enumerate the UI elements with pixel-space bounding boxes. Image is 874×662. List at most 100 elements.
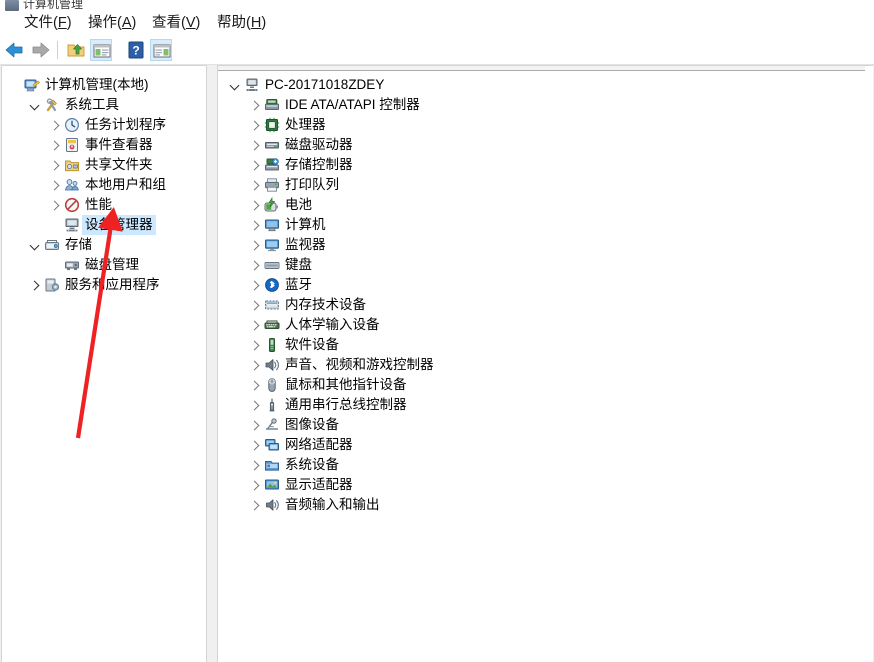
- expander-toggle[interactable]: [246, 335, 262, 355]
- sidebar-item-label: 设备管理器: [82, 215, 156, 235]
- chevron-right-icon[interactable]: [249, 361, 259, 371]
- chevron-right-icon[interactable]: [249, 241, 259, 251]
- chevron-down-icon[interactable]: [29, 241, 39, 251]
- expander-toggle[interactable]: [246, 255, 262, 275]
- expander-toggle[interactable]: [246, 415, 262, 435]
- expander-toggle[interactable]: [246, 235, 262, 255]
- services-apps-icon: [44, 277, 60, 293]
- window-title: 计算机管理: [23, 0, 83, 11]
- device-tree-item-label: 监视器: [282, 235, 329, 255]
- expander-toggle[interactable]: [26, 95, 42, 115]
- menu-file[interactable]: 文件(F): [22, 14, 74, 33]
- hid-icon: [264, 317, 280, 333]
- expander-toggle[interactable]: [246, 195, 262, 215]
- sidebar-item-label: 磁盘管理: [82, 255, 142, 275]
- task-scheduler-icon: [64, 117, 80, 133]
- device-tree-item-label: IDE ATA/ATAPI 控制器: [282, 95, 423, 115]
- expander-toggle: [6, 75, 22, 95]
- chevron-right-icon[interactable]: [249, 401, 259, 411]
- expander-toggle[interactable]: [46, 135, 62, 155]
- show-action-pane-button[interactable]: [150, 39, 172, 61]
- chevron-right-icon[interactable]: [249, 161, 259, 171]
- device-tree-item-label: 鼠标和其他指针设备: [282, 375, 410, 395]
- system-tools-icon: [44, 97, 60, 113]
- console-tree-pane[interactable]: 计算机管理(本地)系统工具任务计划程序事件查看器共享文件夹本地用户和组性能设备管…: [1, 65, 207, 662]
- expander-toggle[interactable]: [46, 155, 62, 175]
- expander-toggle[interactable]: [246, 295, 262, 315]
- device-tree-item-label: 人体学输入设备: [282, 315, 383, 335]
- expander-toggle[interactable]: [226, 75, 242, 95]
- computer-root-icon: [244, 77, 260, 93]
- chevron-right-icon[interactable]: [249, 481, 259, 491]
- expander-toggle[interactable]: [246, 395, 262, 415]
- chevron-right-icon[interactable]: [49, 201, 59, 211]
- show-console-tree-button[interactable]: [90, 39, 112, 61]
- sound-video-game-icon: [264, 357, 280, 373]
- chevron-down-icon[interactable]: [29, 101, 39, 111]
- expander-toggle[interactable]: [246, 175, 262, 195]
- chevron-right-icon[interactable]: [249, 501, 259, 511]
- chevron-down-icon[interactable]: [229, 81, 239, 91]
- expander-toggle[interactable]: [246, 495, 262, 515]
- expander-toggle[interactable]: [246, 375, 262, 395]
- expander-toggle[interactable]: [26, 275, 42, 295]
- expander-toggle[interactable]: [246, 455, 262, 475]
- vertical-scrollbar[interactable]: [865, 66, 873, 662]
- chevron-right-icon[interactable]: [29, 281, 39, 291]
- help-button[interactable]: ?: [125, 39, 147, 61]
- battery-icon: [264, 197, 280, 213]
- expander-toggle[interactable]: [246, 435, 262, 455]
- back-button[interactable]: [4, 39, 26, 61]
- imaging-device-icon: [264, 417, 280, 433]
- up-one-level-button[interactable]: [65, 39, 87, 61]
- mouse-icon: [264, 377, 280, 393]
- mouse-icon: [264, 377, 280, 393]
- expander-toggle[interactable]: [46, 195, 62, 215]
- audio-io-icon: [264, 497, 280, 513]
- software-device-icon: [264, 337, 280, 353]
- chevron-right-icon[interactable]: [49, 161, 59, 171]
- sidebar-item-label: 存储: [62, 235, 95, 255]
- expander-toggle[interactable]: [246, 355, 262, 375]
- chevron-right-icon[interactable]: [249, 141, 259, 151]
- expander-toggle[interactable]: [46, 175, 62, 195]
- forward-button[interactable]: [29, 39, 51, 61]
- menu-view[interactable]: 查看(V): [150, 14, 202, 33]
- chevron-right-icon[interactable]: [249, 201, 259, 211]
- computer-icon: [264, 217, 280, 233]
- chevron-right-icon[interactable]: [49, 141, 59, 151]
- expander-toggle[interactable]: [246, 135, 262, 155]
- chevron-right-icon[interactable]: [249, 281, 259, 291]
- device-manager-pane[interactable]: PC-20171018ZDEYIDE ATA/ATAPI 控制器处理器磁盘驱动器…: [217, 65, 873, 662]
- expander-toggle[interactable]: [246, 315, 262, 335]
- chevron-right-icon[interactable]: [249, 101, 259, 111]
- expander-toggle[interactable]: [246, 275, 262, 295]
- chevron-right-icon[interactable]: [49, 121, 59, 131]
- chevron-right-icon[interactable]: [249, 261, 259, 271]
- expander-toggle[interactable]: [246, 215, 262, 235]
- chevron-right-icon[interactable]: [49, 181, 59, 191]
- expander-toggle[interactable]: [246, 475, 262, 495]
- expander-toggle[interactable]: [246, 115, 262, 135]
- menu-action[interactable]: 操作(A): [86, 14, 138, 33]
- menu-help[interactable]: 帮助(H): [215, 14, 268, 33]
- chevron-right-icon[interactable]: [249, 321, 259, 331]
- result-pane-header: [218, 66, 872, 71]
- expander-toggle[interactable]: [246, 95, 262, 115]
- expander-toggle[interactable]: [26, 235, 42, 255]
- chevron-right-icon[interactable]: [249, 381, 259, 391]
- chevron-right-icon[interactable]: [249, 461, 259, 471]
- chevron-right-icon[interactable]: [249, 441, 259, 451]
- chevron-right-icon[interactable]: [249, 181, 259, 191]
- chevron-right-icon[interactable]: [249, 341, 259, 351]
- expander-toggle: [46, 215, 62, 235]
- print-queue-icon: [264, 177, 280, 193]
- expander-toggle[interactable]: [246, 155, 262, 175]
- device-tree-item-label: 蓝牙: [282, 275, 315, 295]
- chevron-right-icon[interactable]: [249, 421, 259, 431]
- chevron-right-icon[interactable]: [249, 221, 259, 231]
- expander-toggle[interactable]: [46, 115, 62, 135]
- chevron-right-icon[interactable]: [249, 301, 259, 311]
- chevron-right-icon[interactable]: [249, 121, 259, 131]
- pane-splitter[interactable]: [207, 65, 217, 662]
